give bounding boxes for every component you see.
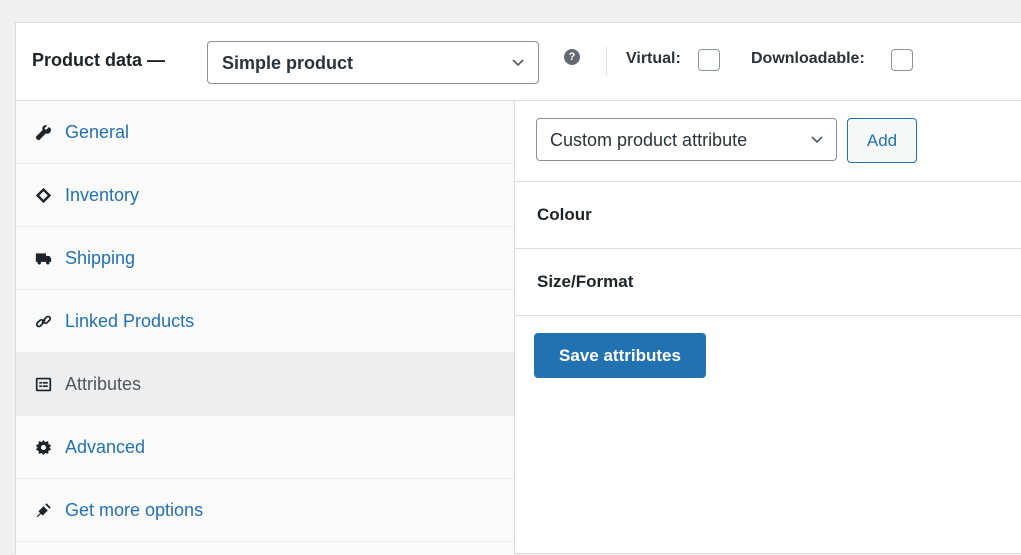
tab-general[interactable]: General (16, 101, 514, 164)
tab-label: Linked Products (65, 310, 195, 331)
help-icon[interactable]: ? (564, 49, 580, 65)
tab-linked-products[interactable]: Linked Products (16, 290, 514, 353)
tab-label: Get more options (65, 499, 204, 520)
list-icon (34, 375, 52, 393)
tab-shipping[interactable]: Shipping (16, 227, 514, 290)
truck-icon (34, 249, 52, 267)
product-type-select[interactable]: Simple product (207, 41, 539, 84)
tag-icon (34, 186, 52, 204)
attribute-type-select[interactable]: Custom product attribute (536, 118, 837, 161)
product-data-panel: Product data — Simple product ? Virtual:… (15, 22, 1021, 555)
tab-attributes[interactable]: Attributes (16, 353, 514, 416)
chevron-down-icon (512, 59, 524, 67)
tab-advanced[interactable]: Advanced (16, 416, 514, 479)
wrench-icon (34, 123, 52, 141)
downloadable-checkbox[interactable] (891, 49, 913, 71)
product-data-title: Product data — (32, 50, 166, 70)
tab-get-more-options[interactable]: Get more options (16, 479, 514, 542)
downloadable-label: Downloadable: (751, 50, 865, 67)
chevron-down-icon (811, 136, 823, 144)
tab-label: General (65, 121, 130, 142)
product-type-value: Simple product (222, 53, 354, 73)
attribute-type-value: Custom product attribute (550, 130, 748, 150)
virtual-label: Virtual: (626, 50, 681, 67)
tab-label: Inventory (65, 184, 140, 205)
attribute-row-size-format[interactable]: Size/Format (515, 248, 1021, 316)
save-attributes-button[interactable]: Save attributes (534, 333, 706, 378)
product-data-header: Product data — Simple product ? Virtual:… (16, 23, 1021, 101)
tab-inventory[interactable]: Inventory (16, 164, 514, 227)
virtual-checkbox[interactable] (698, 49, 720, 71)
plugin-icon (34, 501, 52, 519)
link-icon (34, 312, 52, 330)
tab-label: Shipping (65, 247, 136, 268)
divider (606, 47, 607, 75)
tab-label: Attributes (65, 373, 142, 394)
add-attribute-button[interactable]: Add (847, 118, 917, 163)
attribute-name: Size/Format (537, 272, 634, 291)
attribute-row-colour[interactable]: Colour (515, 181, 1021, 249)
attribute-name: Colour (537, 205, 592, 224)
tab-label: Advanced (65, 436, 146, 457)
attributes-panel: Custom product attribute Add Colour Size… (515, 101, 1021, 555)
product-data-tabs: General Inventory Shipping Linked Produc… (16, 101, 515, 555)
gear-icon (34, 438, 52, 456)
